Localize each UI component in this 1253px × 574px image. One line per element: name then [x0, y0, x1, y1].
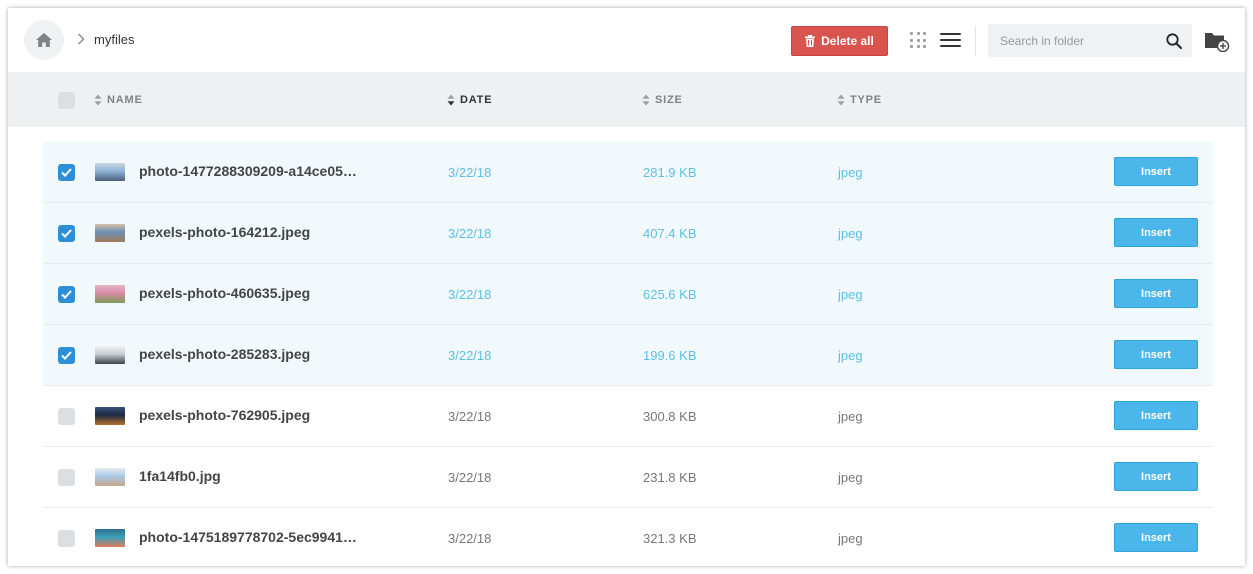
column-name[interactable]: NAME [94, 94, 143, 106]
file-thumbnail [95, 224, 125, 242]
row-checkbox[interactable] [58, 469, 75, 486]
file-thumbnail [95, 468, 125, 486]
file-type: jpeg [838, 531, 863, 546]
column-size-label: SIZE [655, 94, 683, 106]
column-name-label: NAME [107, 94, 143, 106]
file-row[interactable]: pexels-photo-285283.jpeg 3/22/18 199.6 K… [43, 325, 1213, 386]
new-folder-icon[interactable] [1204, 30, 1230, 52]
file-row[interactable]: pexels-photo-460635.jpeg 3/22/18 625.6 K… [43, 264, 1213, 325]
column-size[interactable]: SIZE [642, 94, 683, 106]
row-checkbox[interactable] [58, 286, 75, 303]
select-all-checkbox[interactable] [58, 92, 75, 109]
sort-icon [642, 94, 650, 106]
file-row[interactable]: photo-1475189778702-5ec9941… 3/22/18 321… [43, 508, 1213, 566]
sort-icon [94, 94, 102, 106]
file-type: jpeg [838, 226, 863, 241]
file-date: 3/22/18 [448, 531, 492, 546]
file-date: 3/22/18 [448, 470, 492, 485]
sort-desc-icon [447, 94, 455, 106]
home-button[interactable] [24, 20, 64, 60]
sort-icon [837, 94, 845, 106]
toolbar: myfiles Delete all [8, 8, 1245, 72]
search-input[interactable] [988, 24, 1158, 57]
insert-button[interactable]: Insert [1114, 523, 1198, 552]
file-size: 407.4 KB [643, 226, 697, 241]
search-box [988, 24, 1192, 57]
file-date: 3/22/18 [448, 348, 492, 363]
file-name[interactable]: photo-1475189778702-5ec9941… [139, 529, 357, 545]
file-list: photo-1477288309209-a14ce05… 3/22/18 281… [43, 142, 1213, 566]
column-header: NAME DATE SIZE TYPE [8, 72, 1245, 127]
insert-button[interactable]: Insert [1114, 340, 1198, 369]
insert-button[interactable]: Insert [1114, 401, 1198, 430]
file-name[interactable]: pexels-photo-460635.jpeg [139, 285, 310, 301]
file-date: 3/22/18 [448, 226, 492, 241]
file-type: jpeg [838, 470, 863, 485]
file-type: jpeg [838, 287, 863, 302]
row-checkbox[interactable] [58, 347, 75, 364]
file-size: 199.6 KB [643, 348, 697, 363]
file-row[interactable]: pexels-photo-164212.jpeg 3/22/18 407.4 K… [43, 203, 1213, 264]
insert-button[interactable]: Insert [1114, 218, 1198, 247]
file-name[interactable]: pexels-photo-762905.jpeg [139, 407, 310, 423]
chevron-right-icon [74, 30, 88, 48]
file-thumbnail [95, 529, 125, 547]
search-icon[interactable] [1165, 32, 1183, 50]
breadcrumb-folder[interactable]: myfiles [94, 32, 134, 47]
delete-all-button[interactable]: Delete all [791, 26, 888, 56]
column-date-label: DATE [460, 94, 493, 106]
check-icon [61, 290, 72, 299]
column-type[interactable]: TYPE [837, 94, 882, 106]
file-size: 281.9 KB [643, 165, 697, 180]
file-date: 3/22/18 [448, 165, 492, 180]
row-checkbox[interactable] [58, 225, 75, 242]
column-date[interactable]: DATE [447, 94, 492, 106]
file-thumbnail [95, 407, 125, 425]
file-thumbnail [95, 346, 125, 364]
insert-button[interactable]: Insert [1114, 157, 1198, 186]
file-name[interactable]: pexels-photo-164212.jpeg [139, 224, 310, 240]
file-size: 625.6 KB [643, 287, 697, 302]
check-icon [61, 351, 72, 360]
row-checkbox[interactable] [58, 530, 75, 547]
file-type: jpeg [838, 348, 863, 363]
check-icon [61, 229, 72, 238]
file-thumbnail [95, 285, 125, 303]
delete-all-label: Delete all [821, 34, 874, 48]
insert-button[interactable]: Insert [1114, 279, 1198, 308]
file-type: jpeg [838, 409, 863, 424]
file-date: 3/22/18 [448, 409, 492, 424]
insert-button[interactable]: Insert [1114, 462, 1198, 491]
file-type: jpeg [838, 165, 863, 180]
file-name[interactable]: photo-1477288309209-a14ce05… [139, 163, 357, 179]
list-view-button[interactable] [940, 33, 961, 47]
row-checkbox[interactable] [58, 164, 75, 181]
check-icon [61, 168, 72, 177]
toolbar-divider [975, 26, 976, 56]
list-view-icon [940, 33, 961, 35]
file-date: 3/22/18 [448, 287, 492, 302]
file-row[interactable]: pexels-photo-762905.jpeg 3/22/18 300.8 K… [43, 386, 1213, 447]
column-type-label: TYPE [850, 94, 882, 106]
grid-view-icon [910, 32, 913, 35]
home-icon [36, 33, 52, 47]
file-size: 321.3 KB [643, 531, 697, 546]
file-name[interactable]: pexels-photo-285283.jpeg [139, 346, 310, 362]
row-checkbox[interactable] [58, 408, 75, 425]
file-size: 300.8 KB [643, 409, 697, 424]
file-manager-window: myfiles Delete all Search in folder NAME… [8, 8, 1245, 566]
trash-icon [805, 35, 816, 47]
file-row[interactable]: 1fa14fb0.jpg 3/22/18 231.8 KB jpeg Inser… [43, 447, 1213, 508]
file-size: 231.8 KB [643, 470, 697, 485]
file-row[interactable]: photo-1477288309209-a14ce05… 3/22/18 281… [43, 142, 1213, 203]
grid-view-button[interactable] [910, 32, 926, 48]
file-name[interactable]: 1fa14fb0.jpg [139, 468, 221, 484]
file-thumbnail [95, 163, 125, 181]
